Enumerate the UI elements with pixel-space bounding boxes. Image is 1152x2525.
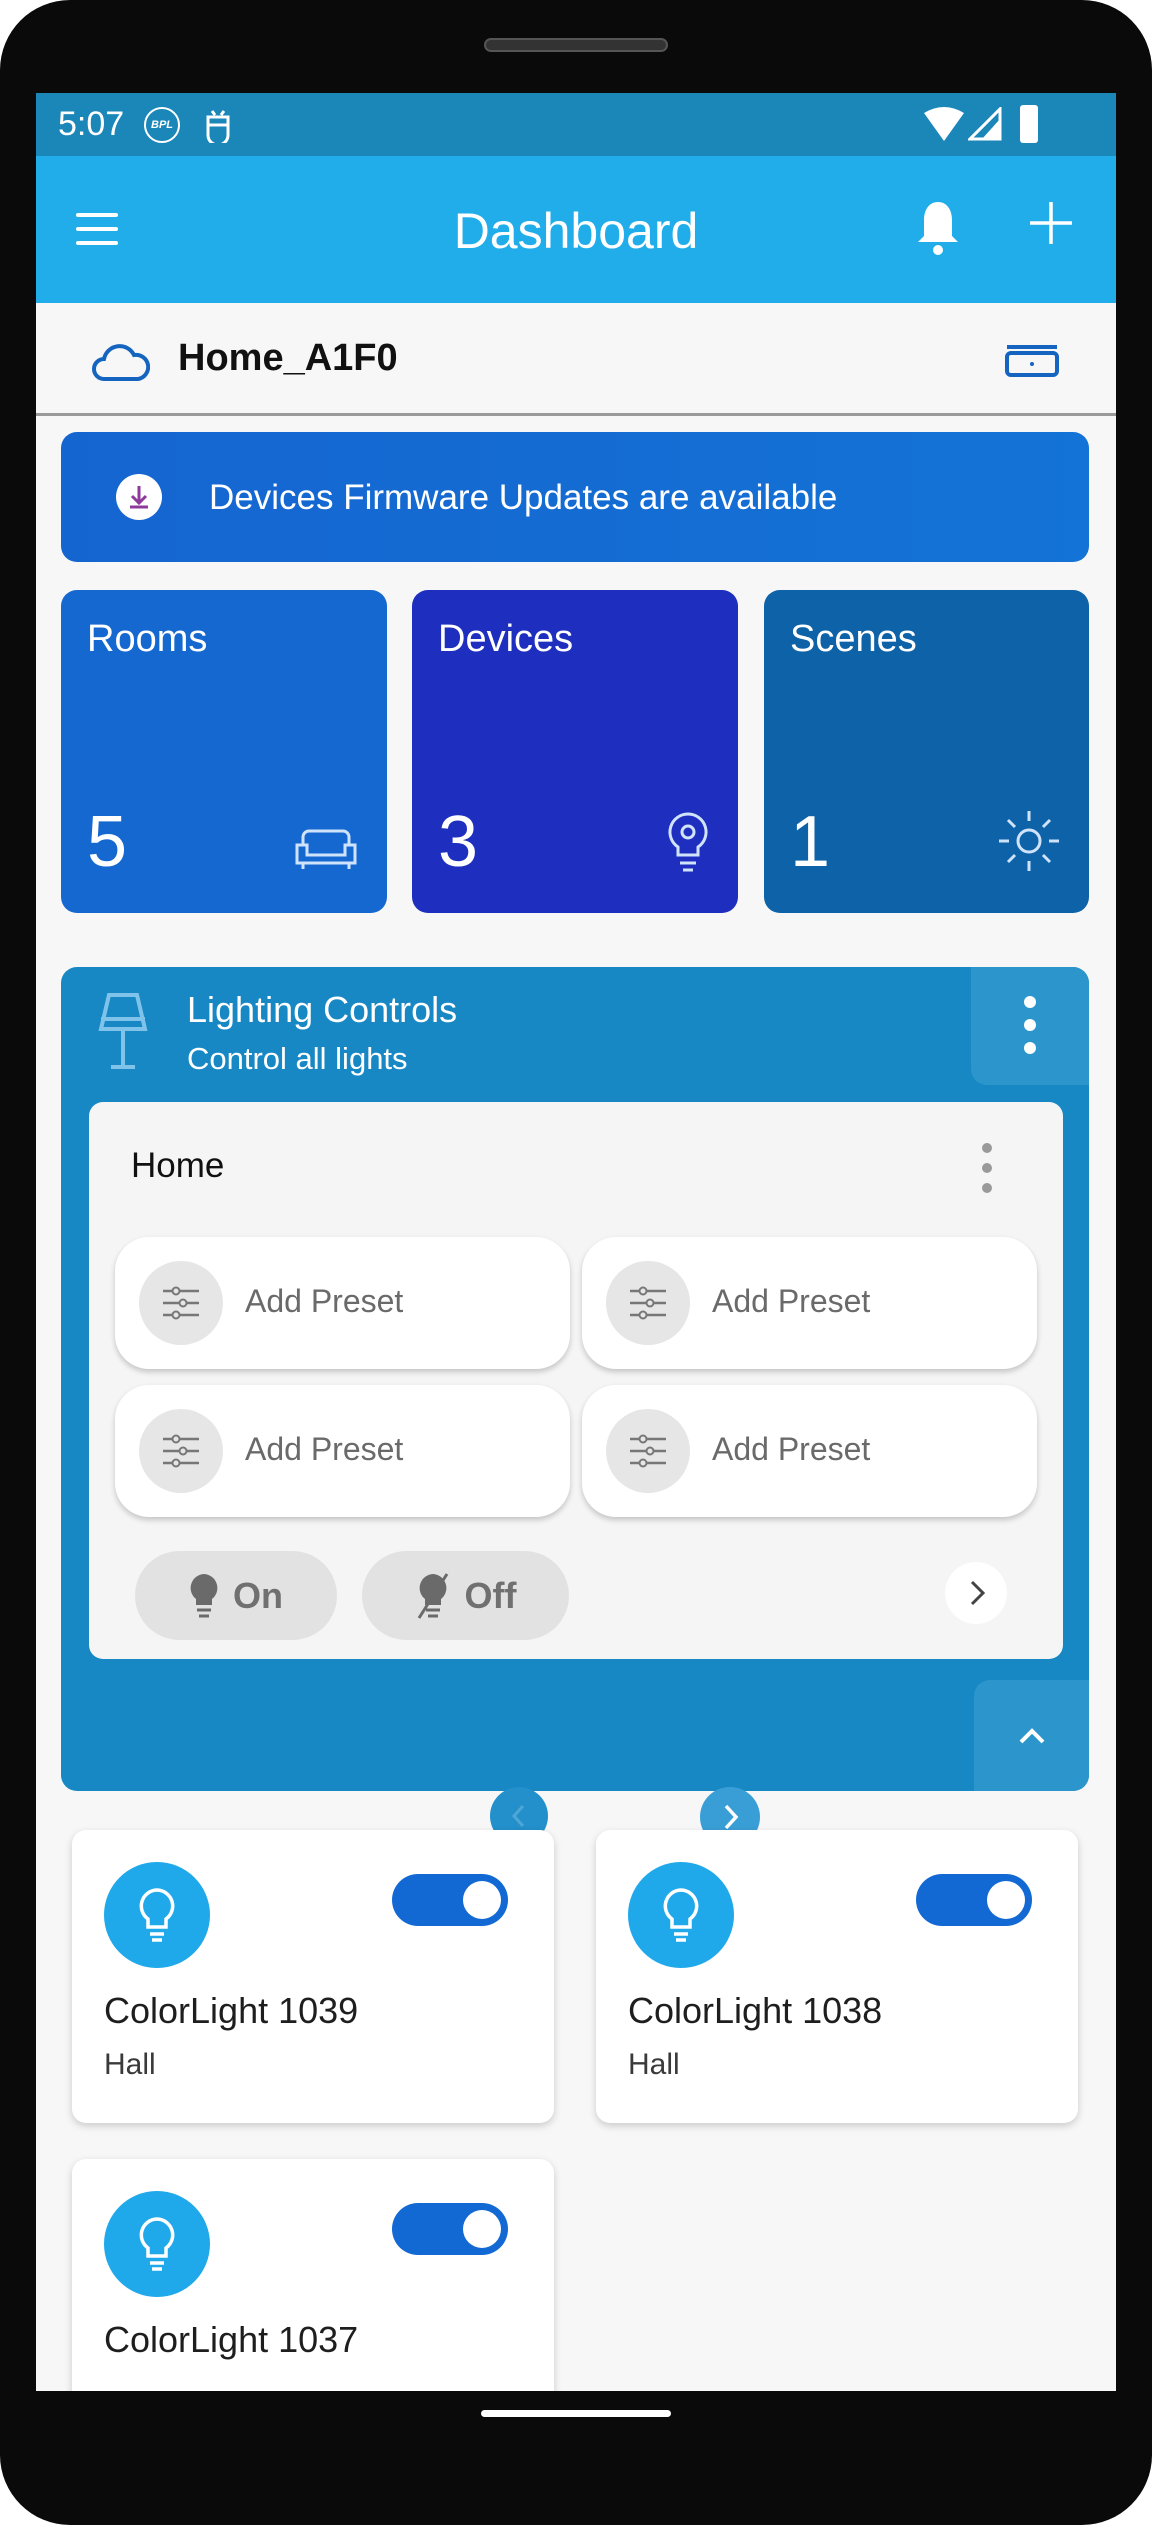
add-preset-button[interactable]: Add Preset	[582, 1385, 1037, 1517]
collapse-button[interactable]	[974, 1680, 1089, 1791]
bell-icon[interactable]	[914, 198, 962, 258]
device-power-toggle[interactable]	[392, 2203, 508, 2255]
preset-label: Add Preset	[712, 1283, 871, 1319]
all-off-button[interactable]: Off	[362, 1551, 569, 1640]
lighting-controls-card: Lighting Controls Control all lights Hom…	[61, 967, 1089, 1847]
phone-frame: 5:07 BPL Dashboard Home_A1F0 Devices Fir…	[0, 0, 1152, 2525]
off-label: Off	[464, 1574, 517, 1616]
app-bar: Dashboard	[36, 156, 1116, 303]
screen: 5:07 BPL Dashboard Home_A1F0 Devices Fir…	[36, 93, 1116, 2391]
cloud-icon	[92, 344, 150, 381]
bulb-icon	[104, 2191, 210, 2297]
preset-label: Add Preset	[245, 1283, 404, 1319]
bulb-icon	[668, 812, 708, 872]
tile-scenes-label: Scenes	[790, 618, 917, 660]
chevron-right-icon	[970, 1580, 986, 1606]
battery-icon	[1020, 105, 1038, 143]
tile-scenes-count: 1	[790, 802, 831, 882]
lighting-more-button[interactable]	[971, 967, 1089, 1085]
tile-rooms[interactable]: Rooms 5	[61, 590, 387, 913]
status-bar: 5:07 BPL	[36, 93, 1116, 156]
on-label: On	[233, 1574, 283, 1616]
add-preset-button[interactable]: Add Preset	[115, 1237, 570, 1369]
home-selector[interactable]: Home_A1F0	[36, 303, 1116, 416]
bulb-icon	[628, 1862, 734, 1968]
more-vertical-icon	[1024, 996, 1036, 1054]
device-card[interactable]: ColorLight 1038 Hall	[596, 1830, 1078, 2123]
tile-devices-label: Devices	[438, 618, 574, 660]
speaker-grille	[484, 38, 668, 52]
bulb-on-icon	[190, 1573, 218, 1617]
android-debug-icon	[206, 110, 230, 143]
device-card[interactable]: ColorLight 1037	[72, 2159, 554, 2391]
tile-rooms-label: Rooms	[87, 618, 208, 660]
tile-devices-count: 3	[438, 802, 479, 882]
tile-devices[interactable]: Devices 3	[412, 590, 738, 913]
sliders-icon	[606, 1261, 690, 1345]
tile-rooms-count: 5	[87, 802, 128, 882]
firmware-update-banner[interactable]: Devices Firmware Updates are available	[61, 432, 1089, 562]
device-power-toggle[interactable]	[392, 1874, 508, 1926]
wifi-icon	[924, 107, 964, 141]
lamp-icon	[98, 993, 148, 1069]
add-preset-button[interactable]: Add Preset	[115, 1385, 570, 1517]
add-preset-button[interactable]: Add Preset	[582, 1237, 1037, 1369]
device-name: ColorLight 1039	[104, 1990, 359, 2031]
all-on-button[interactable]: On	[135, 1551, 337, 1640]
sofa-icon	[295, 829, 357, 869]
bulb-icon	[104, 1862, 210, 1968]
device-room: Hall	[628, 2048, 680, 2081]
download-icon	[116, 474, 162, 520]
group-card-home: Home Add Preset Add Preset Add Preset Ad…	[89, 1102, 1063, 1659]
sun-icon	[999, 811, 1059, 871]
group-name: Home	[131, 1146, 225, 1185]
home-gesture-handle[interactable]	[481, 2410, 671, 2417]
hub-icon[interactable]	[1004, 341, 1060, 377]
tile-scenes[interactable]: Scenes 1	[764, 590, 1089, 913]
device-name: ColorLight 1038	[628, 1990, 883, 2031]
device-card[interactable]: ColorLight 1039 Hall	[72, 1830, 554, 2123]
device-power-toggle[interactable]	[916, 1874, 1032, 1926]
device-name: ColorLight 1037	[104, 2319, 359, 2360]
bulb-off-icon	[417, 1572, 448, 1619]
sliders-icon	[139, 1261, 223, 1345]
home-name: Home_A1F0	[178, 337, 398, 379]
lighting-title: Lighting Controls	[187, 989, 458, 1030]
banner-text: Devices Firmware Updates are available	[209, 478, 838, 517]
signal-icon	[968, 107, 1002, 141]
chevron-up-icon	[1019, 1728, 1045, 1744]
preset-label: Add Preset	[245, 1431, 404, 1467]
device-room: Hall	[104, 2048, 156, 2081]
sliders-icon	[139, 1409, 223, 1493]
bpl-icon: BPL	[144, 107, 180, 143]
sliders-icon	[606, 1409, 690, 1493]
group-more-icon[interactable]	[977, 1136, 997, 1202]
status-time: 5:07	[58, 105, 125, 143]
preset-label: Add Preset	[712, 1431, 871, 1467]
add-icon[interactable]	[1028, 200, 1074, 246]
lighting-subtitle: Control all lights	[187, 1041, 408, 1076]
more-actions-button[interactable]	[945, 1562, 1007, 1624]
